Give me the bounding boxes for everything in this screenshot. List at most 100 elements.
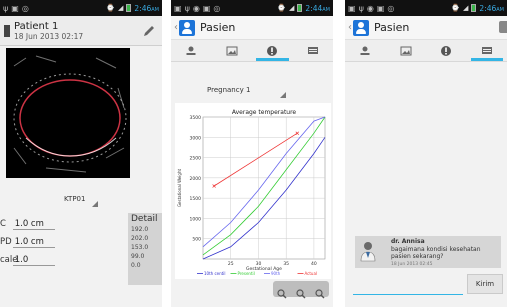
growth-chart: 50010001500200025003000350025 30 35 40Avera… xyxy=(175,103,331,279)
app-logo-icon[interactable] xyxy=(353,19,369,36)
chat-screen: ▣ ψ ◉ ▣ ◎ ⌚ ◢ 2:46AM ‹ Pasien dr. Annisa… xyxy=(345,0,507,307)
legend-entry: 90th xyxy=(271,271,281,276)
status-bar: ▣ ψ ◉ ▣ ◎ ⌚ ◢ 2:44AM xyxy=(171,0,333,16)
alarm-icon: ⌚ xyxy=(277,4,287,12)
tab-person[interactable] xyxy=(345,40,386,61)
signal-icon: ◢ xyxy=(463,4,469,12)
y-axis-label: Gestational Weight xyxy=(177,169,182,208)
detail-value: 153.0 xyxy=(131,244,149,251)
tab-bar xyxy=(345,40,507,62)
notification-icons: ψ ▣ ◎ xyxy=(3,4,29,13)
tab-info[interactable] xyxy=(426,40,467,61)
zoom-reset-icon[interactable] xyxy=(315,284,325,299)
tab-bar xyxy=(171,40,333,62)
notification-icons: ▣ ψ ◉ ▣ ◎ xyxy=(348,4,394,13)
usb-icon: ψ xyxy=(358,3,364,13)
dropdown-arrow-icon[interactable] xyxy=(279,92,286,98)
measurement-row: cale 1.0 xyxy=(0,255,55,266)
send-button[interactable]: Kirim xyxy=(467,274,503,294)
image-icon: ▣ xyxy=(348,3,356,13)
measurement-input[interactable]: 1.0 cm xyxy=(12,237,55,248)
alarm-icon: ⌚ xyxy=(451,4,461,12)
clock: 2:46AM xyxy=(479,3,504,13)
clock: 2:46AM xyxy=(134,3,159,13)
message-time: 18 Jun 2013 02:45 xyxy=(391,262,433,267)
detail-value: 192.0 xyxy=(131,226,149,233)
wifi-notify-icon: ◎ xyxy=(213,3,221,13)
y-tick-label: 1500 xyxy=(190,196,202,202)
tab-list[interactable] xyxy=(467,40,507,61)
back-chevron-icon[interactable]: ‹ xyxy=(348,22,352,33)
measurement-label: PD xyxy=(0,237,12,247)
tab-image[interactable] xyxy=(212,40,253,61)
action-bar: ‹ Pasien xyxy=(171,16,333,40)
x-tick-label: 35 xyxy=(283,261,289,267)
wifi-notify-icon: ◎ xyxy=(387,3,395,13)
info-icon xyxy=(267,45,278,56)
x-tick-label: 40 xyxy=(311,261,317,267)
doctor-avatar xyxy=(360,242,376,262)
person-icon xyxy=(186,46,196,55)
legend-entry: Actual xyxy=(305,271,318,276)
y-tick-label: 2500 xyxy=(190,156,202,162)
detail-value: 0.0 xyxy=(131,262,141,269)
measurement-input[interactable]: 1.0 cm xyxy=(12,219,55,230)
y-tick-label: 1000 xyxy=(190,216,202,222)
status-bar: ▣ ψ ◉ ▣ ◎ ⌚ ◢ 2:46AM xyxy=(345,0,507,16)
image-icon: ▣ xyxy=(202,3,211,13)
overflow-icon[interactable] xyxy=(499,21,507,33)
tab-image[interactable] xyxy=(386,40,427,61)
android-icon: ◉ xyxy=(366,3,374,13)
measurement-row: C 1.0 cm xyxy=(0,219,55,230)
tab-person[interactable] xyxy=(171,40,212,61)
measurement-row: PD 1.0 cm xyxy=(0,237,55,248)
x-tick-label: 25 xyxy=(228,261,234,267)
app-title: Pasien xyxy=(200,21,236,34)
person-icon xyxy=(360,46,370,55)
detail-title: Detail xyxy=(131,214,158,224)
y-tick-label: 3500 xyxy=(190,115,202,121)
zoom-in-icon[interactable] xyxy=(296,284,306,299)
signal-icon: ◢ xyxy=(289,4,295,12)
message-input[interactable] xyxy=(353,285,463,295)
status-bar: ψ ▣ ◎ ⌚ ◢ 2:46AM xyxy=(0,0,162,16)
image-icon xyxy=(226,46,238,55)
patient-detail-screen: ψ ▣ ◎ ⌚ ◢ 2:46AM Patient 1 18 Jun 2013 0… xyxy=(0,0,162,307)
info-icon xyxy=(441,45,452,56)
chat-message: dr. Annisa bagaimana kondisi kesehatan p… xyxy=(355,236,501,268)
tab-info[interactable] xyxy=(252,40,293,61)
patient-name: Patient 1 xyxy=(14,20,59,32)
dropdown-arrow-icon[interactable] xyxy=(90,201,98,207)
patient-date: 18 Jun 2013 02:17 xyxy=(14,31,84,41)
image-icon: ▣ xyxy=(174,3,182,13)
ultrasound-image xyxy=(6,48,130,178)
notification-icons: ▣ ψ ◉ ▣ ◎ xyxy=(174,4,220,13)
measurement-label: C xyxy=(0,219,6,229)
measurement-input[interactable]: 1.0 xyxy=(12,255,55,266)
back-icon[interactable] xyxy=(4,24,10,37)
scan-label: KTP01 xyxy=(64,195,86,203)
y-tick-label: 2000 xyxy=(190,176,202,182)
wifi-notify-icon: ◎ xyxy=(21,3,29,13)
usb-icon: ψ xyxy=(184,3,190,13)
battery-icon xyxy=(471,4,477,12)
zoom-out-icon[interactable] xyxy=(277,284,287,299)
detail-value: 202.0 xyxy=(131,235,149,242)
pregnancy-select[interactable]: Pregnancy 1 xyxy=(207,86,250,94)
app-logo-icon[interactable] xyxy=(179,19,195,36)
edit-pencil-icon[interactable] xyxy=(142,24,156,38)
battery-icon xyxy=(297,4,303,12)
tab-list[interactable] xyxy=(293,40,334,61)
signal-icon: ◢ xyxy=(118,4,124,12)
back-chevron-icon[interactable]: ‹ xyxy=(174,22,178,33)
detail-panel[interactable]: Detail 192.0 202.0 153.0 99.0 0.0 xyxy=(128,213,162,285)
pregnancy-chart-screen: ▣ ψ ◉ ▣ ◎ ⌚ ◢ 2:44AM ‹ Pasien Pregnancy … xyxy=(171,0,333,307)
image-icon: ▣ xyxy=(11,3,19,13)
android-icon: ◉ xyxy=(192,3,200,13)
y-tick-label: 500 xyxy=(192,237,201,243)
clock: 2:44AM xyxy=(305,3,330,13)
app-title: Pasien xyxy=(374,21,410,34)
list-icon xyxy=(481,46,492,54)
message-text: bagaimana kondisi kesehatan pasien sekar… xyxy=(391,246,481,260)
list-icon xyxy=(307,46,318,54)
